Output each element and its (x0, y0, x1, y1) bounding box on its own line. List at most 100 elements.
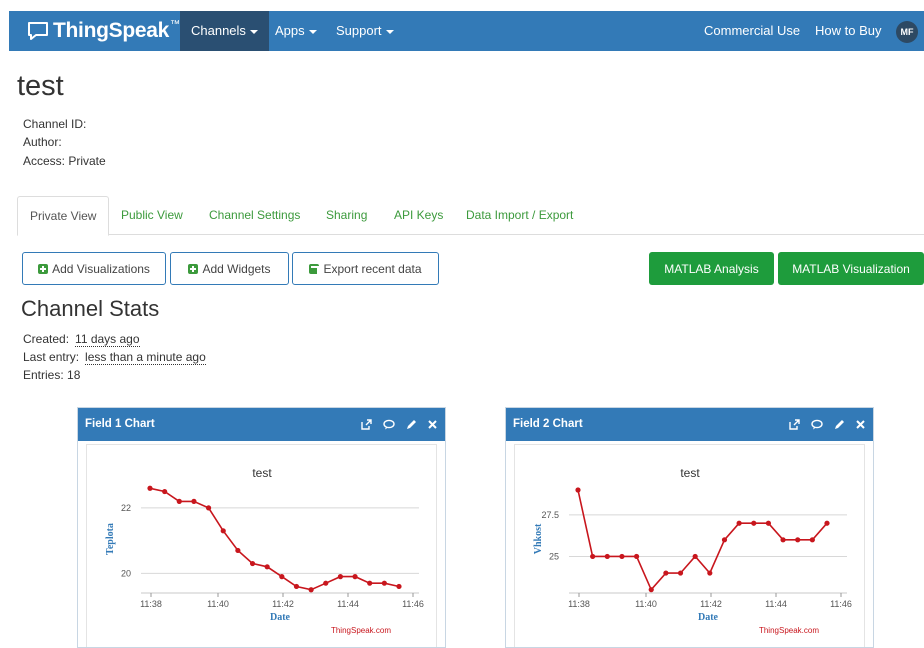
channel-stats-heading: Channel Stats (21, 296, 160, 321)
tab-channel-settings[interactable]: Channel Settings (197, 196, 312, 235)
data-point (780, 537, 786, 543)
y-tick-label: 22 (121, 503, 131, 513)
data-point (809, 537, 815, 543)
series-line (577, 489, 828, 592)
chart-title: test (680, 466, 700, 480)
y-tick-label: 25 (549, 551, 559, 561)
data-point (795, 537, 801, 543)
matlab-analysis-button[interactable]: MATLAB Analysis (649, 252, 774, 285)
add-widgets-button[interactable]: Add Widgets (170, 252, 289, 285)
x-tick-label: 11:44 (765, 599, 787, 609)
data-point (205, 505, 212, 511)
panel-icons (789, 408, 865, 441)
tab-api-keys[interactable]: API Keys (382, 196, 455, 235)
panel-title: Field 2 Chart (513, 418, 583, 430)
stat-last-entry: Last entry: less than a minute ago (23, 350, 206, 365)
series-line (149, 487, 400, 591)
y-tick-label: 27.5 (541, 510, 559, 520)
chart-area: test 25 27.5 11:38 11:40 11:42 11:44 11:46 Date V… (514, 444, 865, 647)
user-avatar[interactable]: MF (896, 21, 918, 43)
panel-header: Field 2 Chart (506, 408, 873, 441)
data-point (590, 553, 596, 560)
nav-channels[interactable]: Channels (180, 11, 269, 51)
nav-channels-label: Channels (191, 23, 246, 38)
nav-support-label: Support (336, 23, 382, 38)
data-point (249, 560, 256, 567)
x-axis-label: Date (698, 612, 719, 623)
data-point (162, 488, 168, 495)
tab-public-view[interactable]: Public View (109, 196, 195, 235)
data-point (220, 528, 226, 534)
data-point (575, 487, 581, 493)
pencil-icon[interactable] (406, 419, 417, 430)
field-2-line-chart[interactable]: test 25 27.5 11:38 11:40 11:42 11:44 11:46 Date V… (515, 445, 866, 648)
export-recent-data-button[interactable]: Export recent data (292, 252, 439, 285)
data-point (736, 520, 742, 526)
channel-access: Access: Private (23, 154, 106, 168)
y-tick-label: 20 (121, 568, 131, 578)
add-visualizations-button[interactable]: Add Visualizations (22, 252, 166, 285)
data-point (264, 564, 270, 570)
data-point (176, 498, 182, 504)
channel-tabs: Private View Public View Channel Setting… (17, 196, 924, 236)
data-point (707, 570, 713, 576)
nav-apps[interactable]: Apps (264, 11, 328, 51)
export-recent-data-label: Export recent data (323, 261, 422, 276)
brand-logo[interactable]: ThingSpeak ™ (27, 18, 180, 44)
data-point (235, 547, 241, 554)
data-point (633, 553, 640, 560)
data-point (721, 537, 728, 543)
field-1-line-chart[interactable]: test 20 22 11:38 11:40 11:42 11:44 11:46 Date Tep… (87, 445, 438, 648)
chat-bubble-icon (28, 22, 48, 40)
stat-entries: Entries: 18 (23, 368, 81, 382)
comment-icon[interactable] (383, 419, 395, 430)
caret-down-icon (249, 29, 258, 34)
panel-icons (361, 408, 437, 441)
data-point (352, 574, 358, 580)
external-link-icon[interactable] (789, 419, 800, 430)
top-navbar: ThingSpeak ™ Channels Apps Support Commer… (9, 11, 924, 51)
data-point (337, 574, 344, 580)
external-link-icon[interactable] (361, 419, 372, 430)
x-axis-label: Date (270, 612, 291, 623)
brand-name: ThingSpeak (53, 19, 170, 42)
x-tick-label: 11:40 (207, 599, 229, 609)
x-tick-label: 11:40 (635, 599, 657, 609)
data-point (663, 570, 669, 576)
data-point (648, 587, 654, 593)
caret-down-icon (385, 29, 394, 34)
channel-id: Channel ID: (23, 117, 87, 131)
data-point (308, 587, 314, 593)
stat-last-entry-value: less than a minute ago (85, 350, 206, 365)
y-axis-label: Teplota (105, 523, 116, 555)
tab-data-import-export[interactable]: Data Import / Export (454, 196, 585, 235)
data-point (191, 498, 197, 504)
panel-title: Field 1 Chart (85, 418, 155, 430)
nav-support[interactable]: Support (325, 11, 405, 51)
data-point (147, 485, 153, 491)
data-point (293, 583, 300, 590)
caret-down-icon (308, 29, 317, 34)
data-point (751, 520, 757, 526)
tab-private-view[interactable]: Private View (17, 196, 110, 236)
pencil-icon[interactable] (834, 419, 845, 430)
tab-sharing[interactable]: Sharing (314, 196, 379, 235)
nav-apps-label: Apps (275, 23, 305, 38)
x-tick-label: 11:42 (700, 599, 722, 609)
panel-header: Field 1 Chart (78, 408, 445, 441)
data-point (279, 574, 285, 580)
nav-commercial-use[interactable]: Commercial Use (693, 11, 811, 51)
channel-author: Author: (23, 135, 62, 149)
x-tick-label: 11:44 (337, 599, 359, 609)
add-visualizations-label: Add Visualizations (52, 261, 150, 276)
channel-title: test (17, 70, 64, 102)
close-icon[interactable] (856, 420, 865, 429)
nav-how-to-buy[interactable]: How to Buy (804, 11, 892, 51)
stat-created-label: Created: (23, 332, 70, 346)
export-icon (309, 263, 320, 274)
close-icon[interactable] (428, 420, 437, 429)
comment-icon[interactable] (811, 419, 823, 430)
matlab-visualization-button[interactable]: MATLAB Visualization (778, 252, 924, 285)
field-1-chart-panel: Field 1 Chart test 20 22 11:38 11:40 11:42 11:… (77, 407, 446, 648)
stat-created: Created: 11 days ago (23, 332, 140, 347)
